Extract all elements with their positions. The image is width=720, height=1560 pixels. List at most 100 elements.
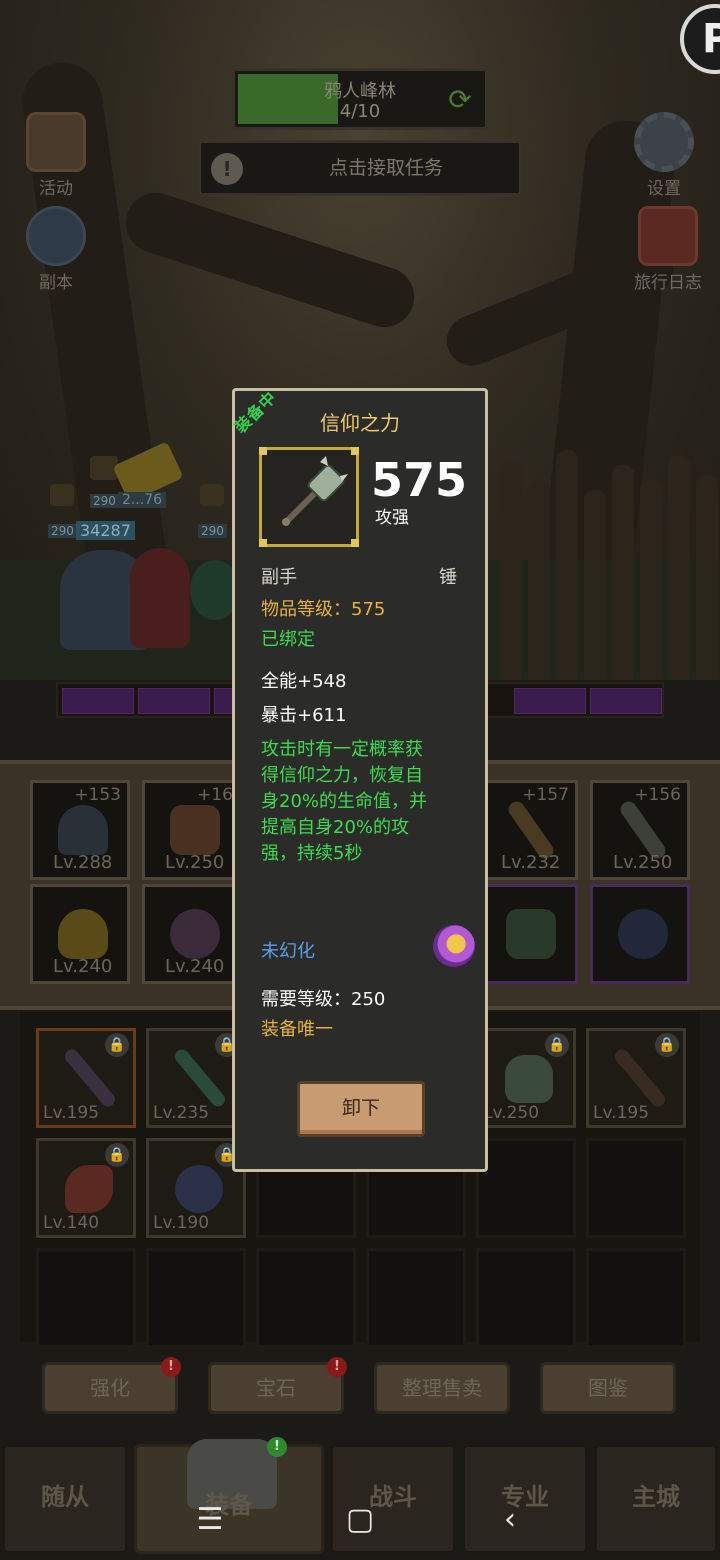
codex-button[interactable]: 图鉴 — [540, 1362, 676, 1414]
equipped-slot[interactable]: +156 Lv.250 — [590, 780, 690, 880]
fence-post — [528, 480, 550, 680]
bag-slot-empty[interactable] — [476, 1248, 576, 1348]
helmet-icon — [58, 805, 108, 855]
refresh-icon[interactable]: ⟳ — [445, 85, 475, 115]
shoulder-icon — [65, 1165, 113, 1213]
frame-corner — [259, 447, 267, 455]
book-icon — [638, 206, 698, 266]
equipped-slot[interactable]: Lv.240 — [142, 884, 242, 984]
home-icon[interactable]: ▢ — [340, 1500, 380, 1540]
skill-slot[interactable] — [62, 688, 134, 714]
mace-icon — [282, 456, 348, 526]
gem-label: 宝石 — [256, 1376, 296, 1400]
system-nav-bar: ☰ ▢ ‹ — [0, 1470, 720, 1560]
bag-slot-empty[interactable] — [586, 1248, 686, 1348]
fence-post — [500, 460, 522, 680]
back-icon[interactable]: ‹ — [490, 1500, 530, 1540]
bag-item[interactable]: 🔒 Lv.235 — [146, 1028, 246, 1128]
helmet-icon — [505, 1055, 553, 1103]
skill-slot[interactable] — [138, 688, 210, 714]
tree-branch — [118, 185, 422, 335]
travel-log-label: 旅行日志 — [634, 273, 702, 293]
item-level: Lv.250 — [483, 1103, 540, 1123]
item-level: Lv.235 — [153, 1103, 210, 1123]
sort-sell-button[interactable]: 整理售卖 — [374, 1362, 510, 1414]
item-stat: 全能+548 — [261, 671, 347, 692]
bag-item[interactable]: 🔒 Lv.195 — [586, 1028, 686, 1128]
required-level: 需要等级：250 — [261, 989, 386, 1010]
bag-slot-empty[interactable] — [586, 1138, 686, 1238]
bag-item[interactable]: 🔒 Lv.190 — [146, 1138, 246, 1238]
frame-corner — [259, 539, 267, 547]
item-level: Lv.250 — [165, 852, 225, 873]
bag-item[interactable]: 🔒 Lv.250 — [476, 1028, 576, 1128]
equipped-slot[interactable] — [590, 884, 690, 984]
notification-badge: ! — [267, 1437, 287, 1457]
hero-marker — [200, 484, 224, 506]
item-bound: 已绑定 — [261, 629, 315, 650]
equipped-slot[interactable]: +16 Lv.250 — [142, 780, 242, 880]
equipped-slot[interactable]: Lv.240 — [30, 884, 130, 984]
scroll-icon — [26, 112, 86, 172]
hero-hp: 290 — [198, 524, 227, 538]
menu-icon[interactable]: ☰ — [190, 1500, 230, 1540]
upgrade-bonus: +157 — [522, 785, 569, 805]
hero-sprite — [130, 548, 190, 648]
fence-post — [696, 475, 718, 680]
quest-bar[interactable]: ! 点击接取任务 — [198, 140, 522, 196]
fence-post — [640, 480, 662, 680]
equipped-slot[interactable]: +153 Lv.288 — [30, 780, 130, 880]
activity-button[interactable]: 活动 — [10, 112, 102, 199]
dungeon-button[interactable]: 副本 — [10, 206, 102, 293]
zone-progress-bar[interactable]: 鸦人峰林 4/10 ⟳ — [232, 68, 488, 130]
item-level-text: 物品等级：575 — [261, 599, 386, 620]
bag-slot-empty[interactable] — [36, 1248, 136, 1348]
unequip-button[interactable]: 卸下 — [297, 1081, 425, 1137]
equipped-slot[interactable] — [478, 884, 578, 984]
fence-post — [668, 455, 690, 680]
unique-equip: 装备唯一 — [261, 1019, 333, 1040]
dagger-icon — [612, 1046, 668, 1110]
gem-button[interactable]: 宝石 ! — [208, 1357, 347, 1414]
enhance-button[interactable]: 强化 ! — [42, 1357, 181, 1414]
bag-item[interactable]: 🔒 Lv.195 — [36, 1028, 136, 1128]
item-slot-type: 副手 — [261, 567, 297, 588]
item-tooltip: 装备中 信仰之力 575 攻强 副手 锤 物品等级：575 已绑定 全能+548… — [231, 387, 488, 1172]
travel-log-button[interactable]: 旅行日志 — [618, 206, 718, 293]
bag-slot-empty[interactable] — [146, 1248, 246, 1348]
notification-badge: ! — [161, 1357, 181, 1377]
fence-post — [556, 450, 578, 680]
frame-corner — [351, 539, 359, 547]
bag-slot-empty[interactable] — [366, 1248, 466, 1348]
enhance-label: 强化 — [90, 1376, 130, 1400]
skill-slot[interactable] — [590, 688, 662, 714]
upgrade-bonus: +16 — [197, 785, 233, 805]
lock-icon: 🔒 — [105, 1143, 129, 1167]
bag-item[interactable]: 🔒 Lv.140 — [36, 1138, 136, 1238]
bag-icon — [58, 909, 108, 959]
upgrade-bonus: +153 — [74, 785, 121, 805]
alert-icon: ! — [211, 153, 243, 185]
hero-hp: 290 — [90, 494, 119, 508]
bag-slot-empty[interactable] — [256, 1248, 356, 1348]
fence-post — [584, 490, 606, 680]
fence-post — [612, 465, 634, 680]
gear-icon — [634, 112, 694, 172]
item-icon-frame — [259, 447, 359, 547]
sort-sell-label: 整理售卖 — [402, 1376, 482, 1400]
equipped-slot[interactable]: +157 Lv.232 — [478, 780, 578, 880]
item-effect: 攻击时有一定概率获得信仰之力，恢复自身20%的生命值，并提高自身20%的攻强，持… — [261, 739, 428, 864]
skill-slot[interactable] — [514, 688, 586, 714]
hero-damage: 2...76 — [118, 492, 167, 508]
settings-button[interactable]: 设置 — [618, 112, 710, 199]
transmog-icon[interactable] — [433, 925, 475, 967]
item-level: Lv.190 — [153, 1213, 210, 1233]
lock-icon: 🔒 — [655, 1033, 679, 1057]
item-level: Lv.288 — [53, 852, 113, 873]
frame-corner — [351, 447, 359, 455]
lock-icon: 🔒 — [545, 1033, 569, 1057]
item-level: Lv.195 — [593, 1103, 650, 1123]
bag-slot-empty[interactable] — [476, 1138, 576, 1238]
item-level: Lv.232 — [501, 852, 561, 873]
codex-label: 图鉴 — [588, 1376, 628, 1400]
